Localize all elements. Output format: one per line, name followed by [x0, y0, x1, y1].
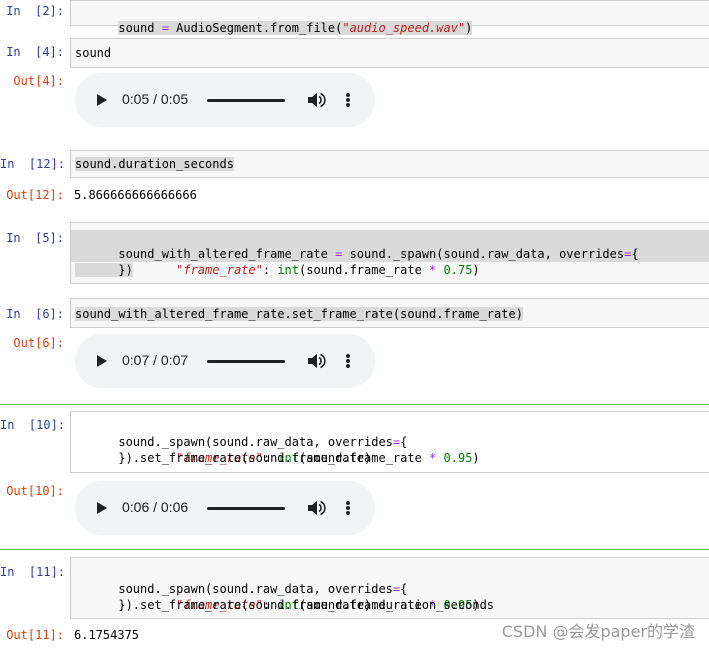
in-prompt: In [10]:	[0, 418, 66, 432]
audio-progress-slider[interactable]	[207, 99, 285, 102]
code-editor[interactable]: sound_with_altered_frame_rate.set_frame_…	[70, 298, 709, 328]
code-number: 0.95	[443, 451, 473, 465]
code-token: :	[262, 263, 278, 277]
in-prompt: In [2]:	[6, 4, 64, 18]
volume-icon[interactable]	[308, 92, 326, 108]
in-prompt: In [11]:	[0, 565, 66, 579]
audio-progress-slider[interactable]	[207, 507, 285, 510]
code-line: })	[75, 263, 133, 277]
out-prompt: Out[12]:	[6, 188, 64, 202]
audio-time: 0:05 / 0:05	[122, 91, 189, 107]
audio-player[interactable]: 0:07 / 0:07	[75, 334, 375, 388]
out-prompt: Out[10]:	[6, 484, 64, 498]
out-prompt: Out[11]:	[6, 628, 64, 642]
code-token: sound_with_altered_frame_rate	[118, 247, 336, 261]
code-token: )	[472, 451, 480, 465]
audio-player[interactable]: 0:05 / 0:05	[75, 73, 375, 127]
selected-cell-indicator	[0, 549, 709, 550]
code-token: (sound.frame_rate	[299, 263, 430, 277]
code-builtin: int	[277, 263, 299, 277]
code-editor[interactable]: sound_with_altered_frame_rate = sound._s…	[70, 222, 709, 284]
code-line: sound.duration_seconds	[75, 157, 234, 171]
code-token: sound._spawn(sound.raw_data, overrides	[118, 582, 393, 596]
cell-output: 6.1754375	[74, 628, 140, 642]
code-token: AudioSegment.from_file(	[168, 21, 343, 35]
out-prompt: Out[4]:	[13, 74, 64, 88]
code-token: )	[465, 21, 473, 35]
code-token: sound._spawn(sound.raw_data, overrides	[342, 247, 625, 261]
code-editor[interactable]: sound	[70, 38, 709, 68]
code-line: sound	[75, 46, 112, 60]
cell-output: 5.866666666666666	[74, 188, 197, 202]
in-prompt: In [6]:	[6, 307, 64, 321]
code-string: "audio_speed.wav"	[342, 21, 466, 35]
more-options-icon[interactable]	[346, 93, 350, 107]
play-icon[interactable]	[97, 94, 107, 106]
audio-player[interactable]: 0:06 / 0:06	[75, 481, 375, 535]
code-string: "frame_rate"	[176, 263, 263, 277]
code-token: sound._spawn(sound.raw_data, overrides	[118, 435, 393, 449]
code-number: 0.75	[443, 263, 473, 277]
in-prompt: In [12]:	[0, 157, 66, 171]
more-options-icon[interactable]	[346, 501, 350, 515]
code-editor[interactable]: sound = AudioSegment.from_file("audio_sp…	[70, 0, 709, 35]
code-editor[interactable]: sound.duration_seconds	[70, 150, 709, 178]
code-operator: =	[161, 21, 169, 35]
code-token: {	[400, 582, 408, 596]
more-options-icon[interactable]	[346, 354, 350, 368]
volume-icon[interactable]	[308, 353, 326, 369]
selected-cell-indicator	[0, 404, 709, 405]
code-token: {	[631, 247, 639, 261]
in-prompt: In [4]:	[6, 45, 64, 59]
code-line: }).set_frame_rate(sound.frame_rate).dura…	[75, 598, 495, 612]
code-token: sound	[118, 21, 162, 35]
out-prompt: Out[6]:	[13, 336, 64, 350]
code-token: {	[400, 435, 408, 449]
volume-icon[interactable]	[308, 500, 326, 516]
audio-time: 0:07 / 0:07	[122, 352, 189, 368]
play-icon[interactable]	[97, 355, 107, 367]
in-prompt: In [5]:	[6, 231, 64, 245]
audio-progress-slider[interactable]	[207, 360, 285, 363]
code-editor[interactable]: sound._spawn(sound.raw_data, overrides={…	[70, 411, 709, 473]
code-token: )	[472, 263, 480, 277]
audio-time: 0:06 / 0:06	[122, 499, 189, 515]
watermark: CSDN @会发paper的学渣	[501, 622, 695, 641]
code-line: sound_with_altered_frame_rate.set_frame_…	[75, 307, 523, 321]
play-icon[interactable]	[97, 502, 107, 514]
code-editor[interactable]: sound._spawn(sound.raw_data, overrides={…	[70, 557, 709, 619]
